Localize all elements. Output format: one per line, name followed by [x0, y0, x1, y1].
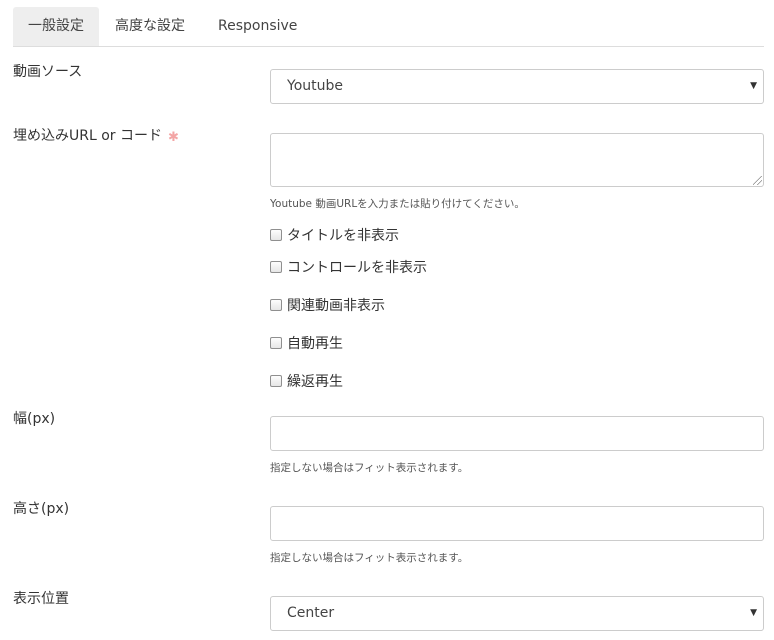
- loop-checkbox[interactable]: [270, 375, 282, 387]
- embed-url-textarea[interactable]: [270, 133, 764, 187]
- loop-option[interactable]: 繰返再生: [270, 371, 343, 391]
- height-label: 高さ(px): [13, 501, 70, 517]
- hide-related-checkbox[interactable]: [270, 299, 282, 311]
- hide-controls-checkbox[interactable]: [270, 261, 282, 273]
- height-input[interactable]: [270, 506, 764, 541]
- autoplay-label: 自動再生: [287, 336, 343, 352]
- tab-general-settings[interactable]: 一般設定: [13, 7, 99, 46]
- autoplay-checkbox[interactable]: [270, 337, 282, 349]
- embed-url-label: 埋め込みURL or コード ✱: [13, 125, 179, 145]
- hide-title-option[interactable]: タイトルを非表示: [270, 225, 399, 245]
- position-label: 表示位置: [13, 591, 69, 607]
- embed-url-label-text: 埋め込みURL or コード: [13, 128, 162, 144]
- hide-controls-option[interactable]: コントロールを非表示: [270, 257, 427, 277]
- hide-related-label: 関連動画非表示: [287, 298, 385, 314]
- resize-handle-icon[interactable]: [753, 176, 762, 185]
- hide-controls-label: コントロールを非表示: [287, 260, 427, 276]
- tab-advanced-settings[interactable]: 高度な設定: [115, 7, 185, 46]
- tab-responsive[interactable]: Responsive: [218, 7, 297, 46]
- loop-label: 繰返再生: [287, 374, 343, 390]
- position-select[interactable]: Center ▼: [270, 596, 764, 631]
- autoplay-option[interactable]: 自動再生: [270, 333, 343, 353]
- hide-related-option[interactable]: 関連動画非表示: [270, 295, 385, 315]
- position-value: Center: [287, 605, 335, 621]
- video-source-select[interactable]: Youtube ▼: [270, 69, 764, 104]
- height-help: 指定しない場合はフィット表示されます。: [270, 552, 469, 564]
- caret-down-icon: ▼: [750, 608, 757, 618]
- caret-down-icon: ▼: [750, 81, 757, 91]
- width-help: 指定しない場合はフィット表示されます。: [270, 462, 469, 474]
- width-input[interactable]: [270, 416, 764, 451]
- embed-url-help: Youtube 動画URLを入力または貼り付けてください。: [270, 198, 525, 210]
- width-label: 幅(px): [13, 411, 56, 427]
- video-source-value: Youtube: [287, 78, 343, 94]
- hide-title-label: タイトルを非表示: [287, 228, 399, 244]
- video-source-label: 動画ソース: [13, 64, 83, 80]
- hide-title-checkbox[interactable]: [270, 229, 282, 241]
- settings-tabs: 一般設定 高度な設定 Responsive: [13, 7, 764, 47]
- asterisk-icon: ✱: [168, 130, 179, 145]
